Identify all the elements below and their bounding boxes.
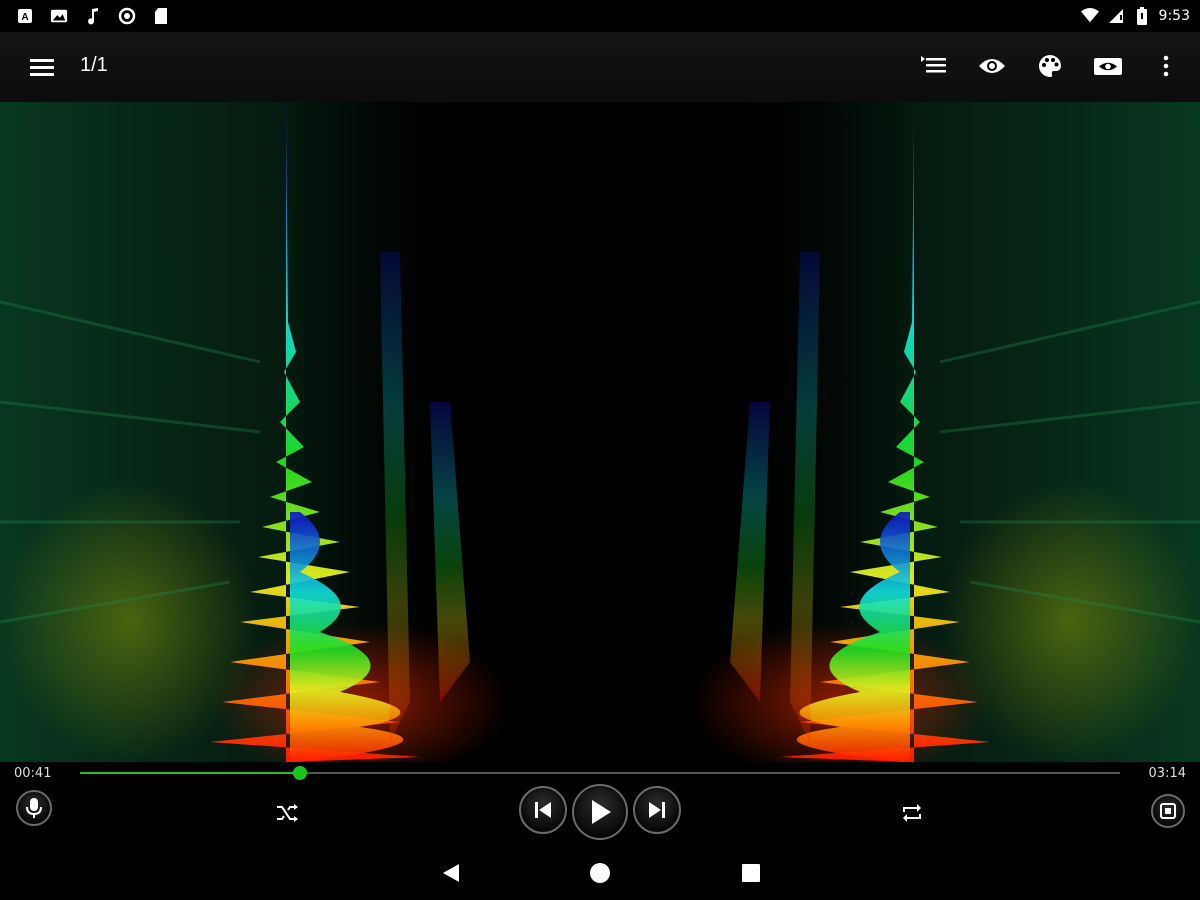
nav-home-button[interactable] (585, 858, 615, 888)
back-icon (443, 864, 459, 882)
playlist-button[interactable] (916, 48, 952, 84)
stop-icon (1160, 803, 1176, 819)
repeat-icon (903, 804, 921, 822)
navigation-bar (0, 844, 1200, 900)
visualizer-mode-button[interactable] (1090, 48, 1126, 84)
play-button[interactable] (572, 784, 628, 840)
system-status: 9:53 (1080, 0, 1190, 32)
eye-icon (979, 59, 1005, 73)
spectrum-visualizer (0, 102, 1200, 762)
previous-icon (535, 802, 551, 818)
more-options-button[interactable] (1148, 48, 1184, 84)
wifi-icon (1080, 7, 1099, 25)
playlist-icon (921, 56, 946, 73)
clock: 9:53 (1158, 8, 1190, 24)
nav-recents-button[interactable] (736, 858, 766, 888)
playback-controls (0, 784, 1200, 844)
circle-icon (118, 7, 136, 25)
battery-icon (1133, 7, 1151, 25)
home-icon (590, 863, 610, 883)
recents-icon (742, 864, 760, 882)
notification-icons: A (0, 7, 170, 25)
signal-icon (1107, 7, 1125, 25)
mic-icon (26, 798, 42, 818)
status-bar: A 9:53 (0, 0, 1200, 32)
previous-button[interactable] (519, 786, 567, 834)
image-icon (50, 7, 68, 25)
hamburger-icon (30, 59, 54, 76)
seek-bar[interactable] (80, 766, 1120, 780)
shuffle-button[interactable] (272, 798, 302, 828)
palette-icon (1039, 55, 1062, 77)
visibility-button[interactable] (974, 48, 1010, 84)
more-vert-icon (1163, 55, 1169, 77)
elapsed-time: 00:41 (14, 766, 52, 781)
a-box-icon: A (16, 7, 34, 25)
next-button[interactable] (633, 786, 681, 834)
total-time: 03:14 (1148, 766, 1186, 781)
music-note-icon (84, 7, 102, 25)
palette-button[interactable] (1032, 48, 1068, 84)
playlist-position: 1/1 (80, 54, 108, 76)
stop-button[interactable] (1151, 794, 1185, 828)
visualizer-graphic (0, 102, 1200, 762)
menu-button[interactable] (24, 50, 60, 84)
sd-card-icon (152, 7, 170, 25)
seek-bar-progress (80, 772, 301, 774)
toolbar-actions (916, 48, 1184, 84)
play-icon (592, 800, 611, 824)
svg-text:A: A (21, 12, 28, 23)
screen: A 9:53 1/1 00:41 03:14 (0, 0, 1200, 900)
next-icon (649, 802, 665, 818)
seek-area: 00:41 03:14 (0, 762, 1200, 784)
repeat-button[interactable] (897, 798, 927, 828)
camera-eye-icon (1094, 58, 1122, 75)
toolbar: 1/1 (0, 32, 1200, 102)
voice-search-button[interactable] (16, 790, 52, 826)
seek-thumb[interactable] (293, 766, 308, 780)
shuffle-icon (277, 804, 298, 822)
nav-back-button[interactable] (436, 858, 466, 888)
